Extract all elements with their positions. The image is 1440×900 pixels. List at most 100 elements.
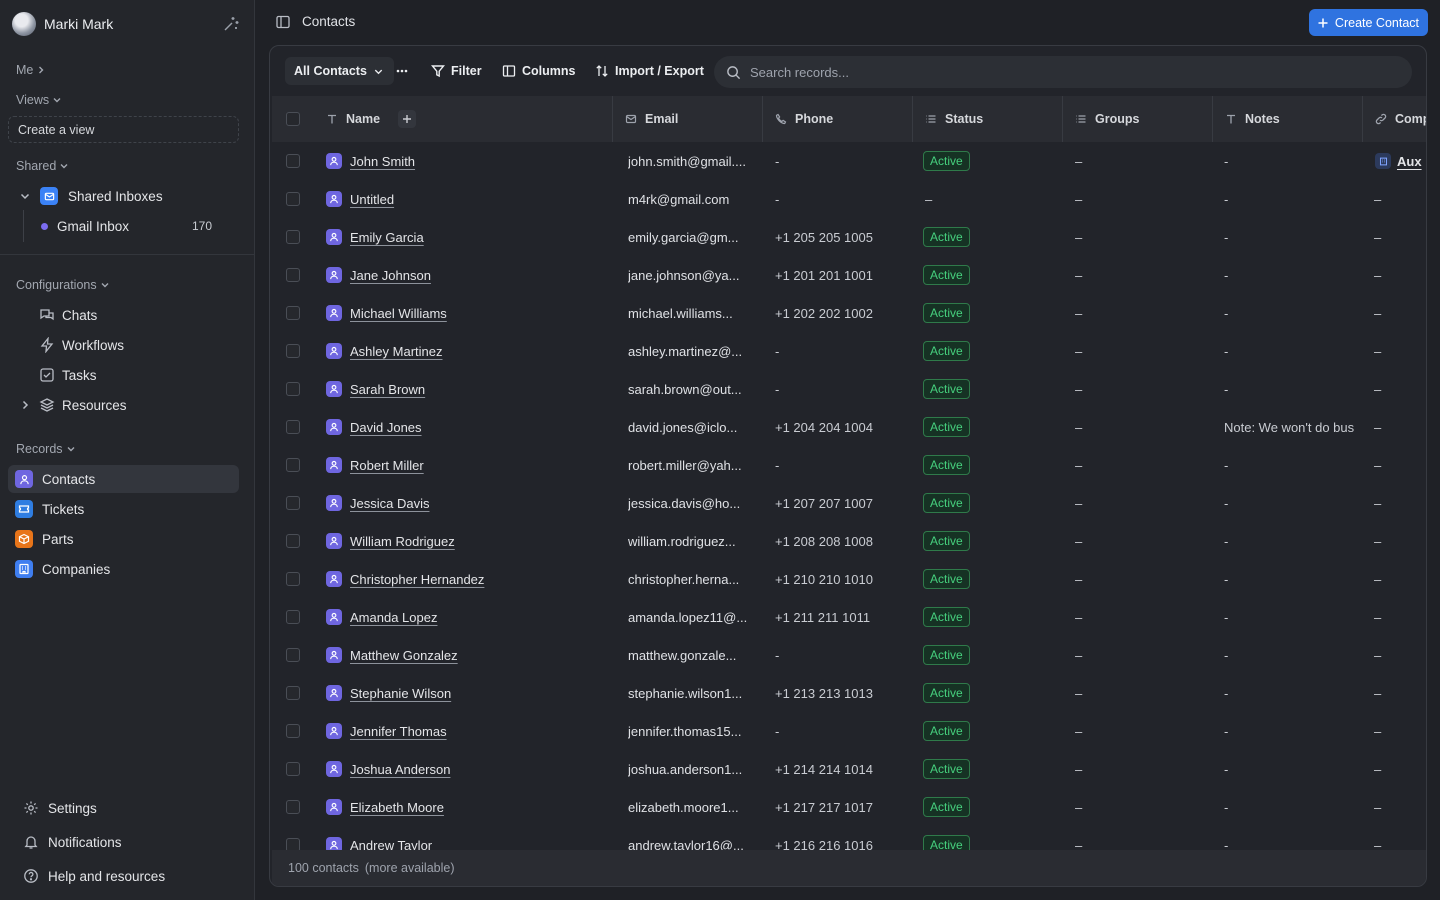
contact-name-link[interactable]: Jessica Davis	[350, 496, 429, 511]
status-cell[interactable]: Active	[923, 712, 1063, 750]
row-checkbox[interactable]	[286, 154, 300, 168]
phone-cell[interactable]: -	[775, 446, 911, 484]
column-header-name[interactable]: Name	[314, 96, 613, 142]
groups-cell[interactable]: –	[1075, 750, 1205, 788]
notes-cell[interactable]: -	[1224, 256, 1363, 294]
sidebar-item-gmail-inbox[interactable]: Gmail Inbox 170	[38, 212, 239, 240]
row-checkbox[interactable]	[286, 762, 300, 776]
table-row[interactable]: Jessica Davis jessica.davis@ho... +1 207 2…	[272, 484, 1426, 522]
phone-cell[interactable]: +1 210 210 1010	[775, 560, 911, 598]
status-cell[interactable]: Active	[923, 788, 1063, 826]
table-row[interactable]: Joshua Anderson joshua.anderson1... +1 214…	[272, 750, 1426, 788]
email-cell[interactable]: m4rk@gmail.com	[628, 180, 756, 218]
phone-cell[interactable]: +1 204 204 1004	[775, 408, 911, 446]
company-cell[interactable]: –	[1374, 180, 1426, 218]
row-checkbox[interactable]	[286, 838, 300, 850]
row-checkbox[interactable]	[286, 230, 300, 244]
phone-cell[interactable]: +1 207 207 1007	[775, 484, 911, 522]
row-checkbox[interactable]	[286, 610, 300, 624]
add-column-button[interactable]	[398, 110, 417, 128]
phone-cell[interactable]: +1 202 202 1002	[775, 294, 911, 332]
table-row[interactable]: Emily Garcia emily.garcia@gm... +1 205 205…	[272, 218, 1426, 256]
email-cell[interactable]: ashley.martinez@...	[628, 332, 756, 370]
columns-button[interactable]: Columns	[502, 57, 575, 85]
table-row[interactable]: Ashley Martinez ashley.martinez@... - Activ…	[272, 332, 1426, 370]
groups-cell[interactable]: –	[1075, 598, 1205, 636]
contact-name-link[interactable]: Andrew Taylor	[350, 838, 432, 851]
company-cell[interactable]: Aux	[1375, 142, 1426, 180]
notes-cell[interactable]: -	[1224, 750, 1363, 788]
column-header-status[interactable]: Status	[913, 96, 1063, 142]
phone-cell[interactable]: +1 208 208 1008	[775, 522, 911, 560]
company-cell[interactable]: –	[1374, 218, 1426, 256]
email-cell[interactable]: emily.garcia@gm...	[628, 218, 756, 256]
sidebar-item-workflows[interactable]: Workflows	[38, 331, 239, 359]
company-cell[interactable]: –	[1374, 674, 1426, 712]
more-options-button[interactable]	[390, 57, 414, 85]
groups-cell[interactable]: –	[1075, 788, 1205, 826]
records-section-toggle[interactable]: Records	[16, 442, 76, 456]
column-header-groups[interactable]: Groups	[1063, 96, 1213, 142]
search-input[interactable]	[750, 64, 1350, 80]
table-row[interactable]: Stephanie Wilson stephanie.wilson1... +1 2…	[272, 674, 1426, 712]
company-chip[interactable]: Aux	[1375, 153, 1422, 169]
column-header-email[interactable]: Email	[613, 96, 763, 142]
groups-cell[interactable]: –	[1075, 256, 1205, 294]
email-cell[interactable]: matthew.gonzale...	[628, 636, 756, 674]
user-menu[interactable]: Marki Mark	[12, 11, 244, 37]
groups-cell[interactable]: –	[1075, 370, 1205, 408]
contact-name-link[interactable]: Robert Miller	[350, 458, 424, 473]
phone-cell[interactable]: +1 201 201 1001	[775, 256, 911, 294]
table-row[interactable]: Amanda Lopez amanda.lopez11@... +1 211 211…	[272, 598, 1426, 636]
company-cell[interactable]: –	[1374, 446, 1426, 484]
column-header-company[interactable]: Comp	[1363, 96, 1426, 142]
status-cell[interactable]: Active	[923, 408, 1063, 446]
table-row[interactable]: William Rodriguez william.rodriguez... +1 …	[272, 522, 1426, 560]
notes-cell[interactable]: -	[1224, 484, 1363, 522]
row-checkbox[interactable]	[286, 534, 300, 548]
status-cell[interactable]: Active	[923, 256, 1063, 294]
column-header-notes[interactable]: Notes	[1213, 96, 1363, 142]
groups-cell[interactable]: –	[1075, 408, 1205, 446]
notes-cell[interactable]: -	[1224, 370, 1363, 408]
email-cell[interactable]: elizabeth.moore1...	[628, 788, 756, 826]
row-checkbox[interactable]	[286, 724, 300, 738]
table-row[interactable]: Jennifer Thomas jennifer.thomas15... - Acti…	[272, 712, 1426, 750]
import-export-button[interactable]: Import / Export	[595, 57, 704, 85]
email-cell[interactable]: michael.williams...	[628, 294, 756, 332]
table-row[interactable]: Elizabeth Moore elizabeth.moore1... +1 217…	[272, 788, 1426, 826]
create-view-button[interactable]: Create a view	[8, 116, 239, 143]
groups-cell[interactable]: –	[1075, 446, 1205, 484]
contact-name-link[interactable]: Christopher Hernandez	[350, 572, 484, 587]
row-checkbox[interactable]	[286, 458, 300, 472]
status-cell[interactable]: Active	[923, 674, 1063, 712]
email-cell[interactable]: sarah.brown@out...	[628, 370, 756, 408]
sidebar-item-resources[interactable]: Resources	[16, 391, 239, 419]
phone-cell[interactable]: -	[775, 180, 911, 218]
email-cell[interactable]: william.rodriguez...	[628, 522, 756, 560]
notes-cell[interactable]: -	[1224, 788, 1363, 826]
row-checkbox[interactable]	[286, 382, 300, 396]
company-cell[interactable]: –	[1374, 256, 1426, 294]
email-cell[interactable]: joshua.anderson1...	[628, 750, 756, 788]
row-checkbox[interactable]	[286, 192, 300, 206]
contact-name-link[interactable]: Sarah Brown	[350, 382, 425, 397]
contact-name-link[interactable]: William Rodriguez	[350, 534, 455, 549]
sparkle-icon[interactable]	[222, 15, 240, 33]
sidebar-item-contacts[interactable]: Contacts	[8, 465, 239, 493]
status-cell[interactable]: Active	[923, 598, 1063, 636]
contact-name-link[interactable]: John Smith	[350, 154, 415, 169]
groups-cell[interactable]: –	[1075, 636, 1205, 674]
notes-cell[interactable]: -	[1224, 218, 1363, 256]
groups-cell[interactable]: –	[1075, 674, 1205, 712]
table-row[interactable]: Christopher Hernandez christopher.herna..…	[272, 560, 1426, 598]
email-cell[interactable]: john.smith@gmail....	[628, 142, 756, 180]
notes-cell[interactable]: -	[1224, 142, 1363, 180]
phone-cell[interactable]: +1 214 214 1014	[775, 750, 911, 788]
contact-name-link[interactable]: Michael Williams	[350, 306, 447, 321]
groups-cell[interactable]: –	[1075, 712, 1205, 750]
row-checkbox[interactable]	[286, 268, 300, 282]
status-cell[interactable]: Active	[923, 636, 1063, 674]
contact-name-link[interactable]: Emily Garcia	[350, 230, 424, 245]
chevron-right-icon[interactable]	[16, 396, 34, 414]
